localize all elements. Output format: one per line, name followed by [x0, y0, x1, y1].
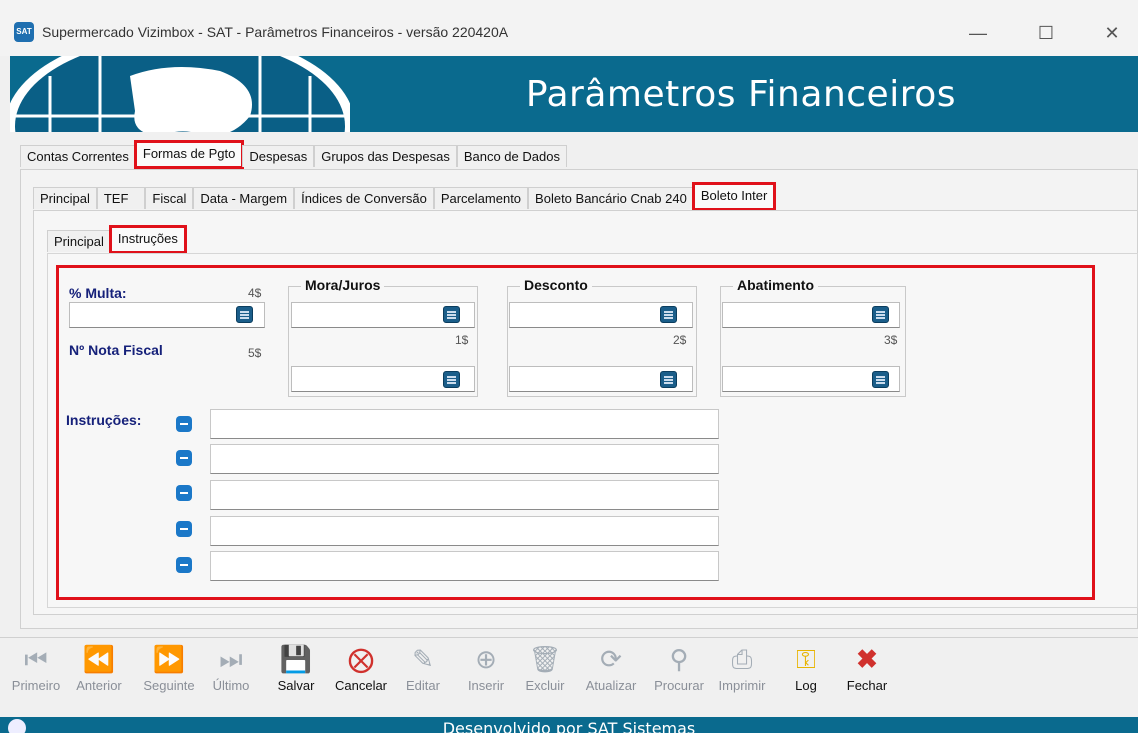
print-button[interactable]: ⎙ Imprimir: [712, 644, 772, 693]
calculator-icon[interactable]: [872, 371, 889, 388]
save-button[interactable]: 💾 Salvar: [270, 644, 322, 693]
calculator-icon[interactable]: [236, 306, 253, 323]
search-button[interactable]: ⚲ Procurar: [648, 644, 710, 693]
delete-button[interactable]: 🗑 Excluir: [520, 644, 570, 693]
delete-icon: 🗑: [528, 644, 562, 674]
last-button[interactable]: ⏭ Último: [206, 644, 256, 693]
remove-line-icon[interactable]: [176, 485, 192, 501]
nota-fiscal-label: Nº Nota Fiscal: [69, 342, 163, 358]
footer-text: Desenvolvido por SAT Sistemas: [442, 719, 696, 733]
desconto-suffix: 2$: [673, 333, 687, 347]
remove-line-icon[interactable]: [176, 557, 192, 573]
tab-data-margem[interactable]: Data - Margem: [193, 187, 295, 209]
footer-bar: Desenvolvido por SAT Sistemas: [0, 717, 1138, 733]
previous-icon: ⏪: [82, 644, 116, 674]
abatimento-suffix: 3$: [884, 333, 898, 347]
calculator-icon[interactable]: [660, 371, 677, 388]
tab-indices-de-conversao[interactable]: Índices de Conversão: [294, 187, 434, 209]
desconto-title: Desconto: [520, 277, 592, 293]
calculator-icon[interactable]: [443, 306, 460, 323]
refresh-button[interactable]: ⟳ Atualizar: [576, 644, 646, 693]
previous-button[interactable]: ⏪ Anterior: [66, 644, 132, 693]
close-icon: ✖: [856, 644, 878, 674]
abatimento-title: Abatimento: [733, 277, 818, 293]
instrucao-field-4[interactable]: [210, 516, 719, 546]
header-banner: Parâmetros Financeiros: [10, 56, 1138, 132]
instrucoes-label: Instruções:: [66, 412, 142, 428]
key-icon: ⚿: [796, 644, 816, 674]
tab-fiscal[interactable]: Fiscal: [145, 187, 194, 209]
tab-tef[interactable]: TEF: [96, 187, 146, 209]
edit-button[interactable]: ✎ Editar: [398, 644, 448, 693]
cancel-button[interactable]: ⨂ Cancelar: [328, 644, 394, 693]
next-button[interactable]: ⏩ Seguinte: [136, 644, 202, 693]
app-icon: SAT: [14, 22, 34, 42]
instrucao-field-5[interactable]: [210, 551, 719, 581]
remove-line-icon[interactable]: [176, 450, 192, 466]
calculator-icon[interactable]: [872, 306, 889, 323]
close-button[interactable]: ✖ Fechar: [842, 644, 892, 693]
search-icon: ⚲: [669, 644, 689, 674]
calculator-icon[interactable]: [660, 306, 677, 323]
mora-juros-suffix: 1$: [455, 333, 469, 347]
insert-icon: ⊕: [475, 644, 497, 674]
bottom-toolbar: ⏮ Primeiro ⏪ Anterior ⏩ Seguinte ⏭ Últim…: [0, 637, 1138, 717]
remove-line-icon[interactable]: [176, 416, 192, 432]
tab-parcelamento[interactable]: Parcelamento: [433, 187, 529, 209]
window-title: Supermercado Vizimbox - SAT - Parâmetros…: [42, 24, 509, 40]
maximize-button[interactable]: ☐: [1026, 20, 1066, 46]
globe-logo-icon: [10, 56, 350, 132]
first-button[interactable]: ⏮ Primeiro: [8, 644, 64, 693]
tab-banco-de-dados[interactable]: Banco de Dados: [456, 145, 567, 167]
main-tab-bar: Contas Correntes Formas de Pgto Despesas…: [20, 140, 567, 169]
close-window-button[interactable]: ✕: [1092, 20, 1132, 46]
refresh-icon: ⟳: [600, 644, 622, 674]
tab-formas-de-pgto[interactable]: Formas de Pgto: [133, 140, 245, 169]
cancel-icon: ⨂: [348, 644, 374, 674]
instrucao-field-3[interactable]: [210, 480, 719, 510]
tab-boleto-bancario-cnab-240[interactable]: Boleto Bancário Cnab 240: [528, 187, 694, 209]
multa-suffix: 4$: [248, 286, 262, 300]
mora-juros-title: Mora/Juros: [301, 277, 385, 293]
tab-instrucoes[interactable]: Instruções: [108, 225, 187, 254]
tab-despesas[interactable]: Despesas: [242, 145, 315, 167]
nota-fiscal-suffix: 5$: [248, 346, 262, 360]
tab-boleto-inter[interactable]: Boleto Inter: [691, 182, 777, 211]
window-title-bar: SAT Supermercado Vizimbox - SAT - Parâme…: [0, 0, 1138, 56]
first-icon: ⏮: [24, 644, 48, 674]
tab-grupos-das-despesas[interactable]: Grupos das Despesas: [314, 145, 457, 167]
print-icon: ⎙: [731, 644, 753, 674]
instrucao-field-2[interactable]: [210, 444, 719, 474]
sub-tab-bar: Principal TEF Fiscal Data - Margem Índic…: [33, 182, 777, 211]
log-button[interactable]: ⚿ Log: [786, 644, 826, 693]
instrucao-field-1[interactable]: [210, 409, 719, 439]
multa-label: % Multa:: [69, 285, 127, 301]
sub2-tab-bar: Principal Instruções: [47, 225, 187, 254]
last-icon: ⏭: [219, 644, 243, 674]
edit-icon: ✎: [412, 644, 434, 674]
minimize-button[interactable]: —: [958, 20, 998, 46]
tab-principal[interactable]: Principal: [33, 187, 97, 209]
tab-contas-correntes[interactable]: Contas Correntes: [20, 145, 136, 167]
calculator-icon[interactable]: [443, 371, 460, 388]
banner-title: Parâmetros Financeiros: [525, 74, 956, 115]
insert-button[interactable]: ⊕ Inserir: [460, 644, 512, 693]
remove-line-icon[interactable]: [176, 521, 192, 537]
tab-principal-inter[interactable]: Principal: [47, 230, 111, 252]
next-icon: ⏩: [152, 644, 186, 674]
save-icon: 💾: [279, 644, 313, 674]
